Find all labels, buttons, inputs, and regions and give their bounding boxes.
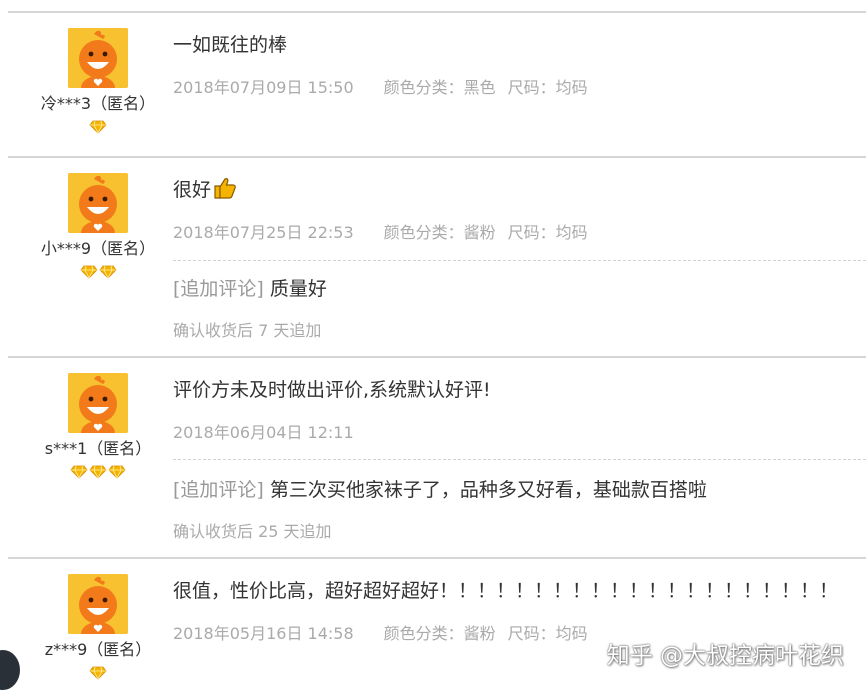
review-content-text: 很好 — [173, 179, 212, 201]
reviewer-name: s***1（匿名） — [44, 439, 152, 458]
sku-color: 颜色分类：酱粉 — [383, 223, 496, 242]
review-date: 2018年07月25日 22:53 — [173, 223, 354, 242]
append-review-tag: [追加评论] — [173, 278, 264, 300]
gold-diamond-icon — [89, 465, 107, 479]
append-review-text: 质量好 — [263, 278, 327, 300]
reviewer-level-badges — [0, 265, 196, 281]
reviewer-level-badges — [0, 465, 196, 481]
user-avatar[interactable] — [68, 373, 128, 433]
reviewer-name: z***9（匿名） — [44, 640, 152, 659]
append-divider — [173, 260, 866, 261]
append-note: 确认收货后 7 天追加 — [173, 321, 322, 340]
user-avatar[interactable] — [68, 574, 128, 634]
gold-diamond-icon — [89, 120, 107, 134]
review-date: 2018年06月04日 12:11 — [173, 423, 354, 442]
reviewer-level-badges — [0, 666, 196, 682]
gold-diamond-icon — [108, 465, 126, 479]
sku-size: 尺码：均码 — [507, 624, 588, 643]
gold-diamond-icon — [79, 265, 98, 279]
review-date: 2018年07月09日 15:50 — [173, 78, 354, 97]
gold-diamond-icon — [89, 666, 107, 680]
review-meta: 2018年06月04日 12:11 — [173, 419, 384, 443]
sku-color: 颜色分类：黑色 — [383, 78, 496, 97]
review-content: 很好 — [173, 175, 237, 204]
review-content: 评价方未及时做出评价,系统默认好评! — [173, 379, 491, 401]
reviewer-name: 冷***3（匿名） — [40, 94, 156, 113]
zhihu-watermark: 知乎 @大叔控病叶花织 — [606, 643, 844, 669]
user-avatar[interactable] — [68, 173, 128, 233]
review-meta: 2018年07月09日 15:50 颜色分类：黑色 尺码：均码 — [173, 74, 600, 98]
append-review: [追加评论] 质量好 — [173, 274, 327, 301]
review-date: 2018年05月16日 14:58 — [173, 624, 354, 643]
append-divider — [173, 459, 866, 460]
sku-size: 尺码：均码 — [507, 78, 588, 97]
gold-diamond-icon — [70, 465, 88, 479]
thumbs-up-icon — [213, 177, 237, 204]
reviewer-name: 小***9（匿名） — [40, 239, 156, 258]
review-item: s***1（匿名） 评价方未及时做出评价,系统默认好评! 2018年06月04日… — [0, 357, 866, 557]
review-item: 小***9（匿名） 很好 2018年07月25日 22:53 颜色分类：酱粉 尺码：… — [0, 157, 866, 356]
review-item: 冷***3（匿名） 一如既往的棒 2018年07月09日 15:50 颜色分类：黑… — [0, 12, 866, 156]
review-content: 一如既往的棒 — [173, 34, 288, 56]
review-content: 很值，性价比高，超好超好超好！！！！！！！！！！！！！！！！！！！！！ — [173, 580, 839, 602]
gold-diamond-icon — [98, 265, 117, 279]
sku-size: 尺码：均码 — [507, 223, 588, 242]
reviewer-level-badges — [0, 120, 196, 136]
append-note: 确认收货后 25 天追加 — [173, 522, 332, 541]
append-review: [追加评论] 第三次买他家袜子了，品种多又好看，基础款百搭啦 — [173, 475, 707, 502]
sku-color: 颜色分类：酱粉 — [383, 624, 496, 643]
review-meta: 2018年07月25日 22:53 颜色分类：酱粉 尺码：均码 — [173, 219, 600, 243]
review-meta: 2018年05月16日 14:58 颜色分类：酱粉 尺码：均码 — [173, 620, 600, 644]
append-review-text: 第三次买他家袜子了，品种多又好看，基础款百搭啦 — [263, 479, 707, 501]
append-review-tag: [追加评论] — [173, 479, 264, 501]
user-avatar[interactable] — [68, 28, 128, 88]
